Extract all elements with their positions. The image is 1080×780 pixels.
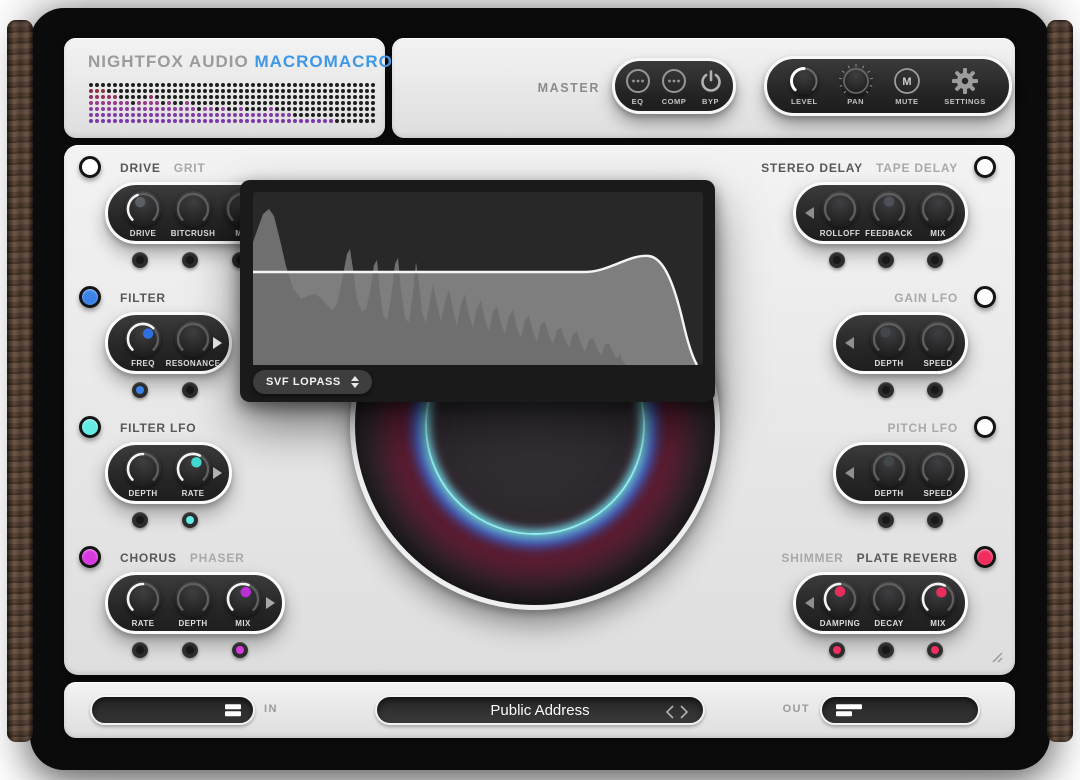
- plate-reverb-mod-button[interactable]: [829, 642, 845, 658]
- updown-icon: [351, 376, 359, 388]
- plate-reverb-mod-button[interactable]: [878, 642, 894, 658]
- tab-plate-reverb[interactable]: PLATE REVERB: [857, 551, 958, 565]
- plate-reverb-knob-group: DAMPINGDECAYMIX: [793, 572, 968, 634]
- plate-reverb-mod-button[interactable]: [927, 642, 943, 658]
- filter-type-select[interactable]: SVF LOPASS: [253, 370, 372, 394]
- plate-reverb-knob-label: MIX: [901, 619, 975, 628]
- plugin-window: NIGHTFOX AUDIO MACROMACRO MASTER EQCOMPB…: [0, 0, 1080, 780]
- plate-reverb-knob-mix[interactable]: [920, 581, 956, 617]
- section-expand-arrow-icon[interactable]: [805, 597, 814, 609]
- filter-type-label: SVF LOPASS: [266, 376, 341, 388]
- filter-response-graph[interactable]: [253, 192, 703, 365]
- mod-button-dot: [882, 646, 890, 654]
- plate-reverb-tabs: SHIMMER PLATE REVERB: [768, 549, 958, 567]
- filter-popup: SVF LOPASS: [240, 180, 715, 402]
- mod-button-dot: [833, 646, 841, 654]
- plate-reverb-knob-damping[interactable]: [822, 581, 858, 617]
- tab-shimmer[interactable]: SHIMMER: [781, 551, 843, 565]
- plate-reverb-led[interactable]: [974, 546, 996, 568]
- mod-button-dot: [931, 646, 939, 654]
- plate-reverb-knob-decay[interactable]: [871, 581, 907, 617]
